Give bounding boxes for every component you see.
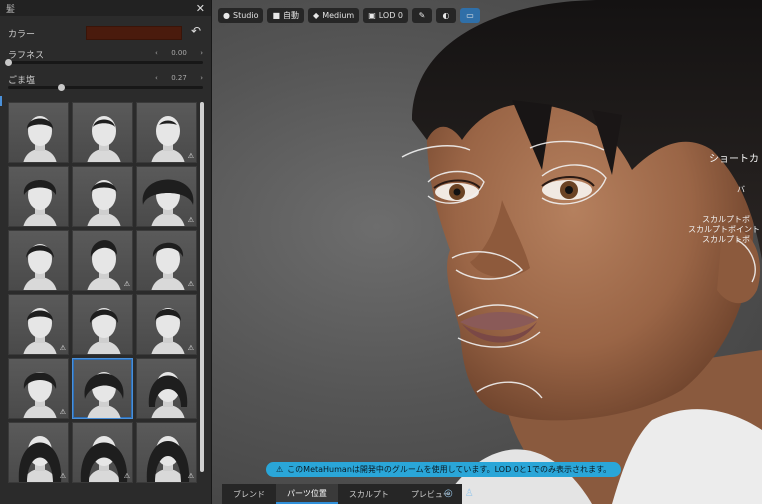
hair-preset-tile[interactable]: ⚠ — [136, 422, 197, 483]
hair-preset-tile[interactable]: ⚠ — [72, 230, 133, 291]
hair-preset-tile[interactable]: ⚠ — [72, 422, 133, 483]
head-thumbnail — [23, 116, 57, 162]
chevron-left-icon[interactable]: ‹ — [155, 74, 158, 82]
hair-preset-tile[interactable]: ⚠ — [8, 422, 69, 483]
hair-preset-tile[interactable] — [72, 358, 133, 419]
roughness-label: ラフネス — [8, 51, 45, 61]
chevron-right-icon[interactable]: › — [200, 49, 203, 57]
chevron-right-icon[interactable]: › — [200, 74, 203, 82]
bottom-icon-group: ◎ ♙ — [444, 488, 474, 499]
mode-tabs: ブレンド パーツ位置 スカルプト プレビュー — [222, 484, 462, 504]
warning-icon: ⚠ — [187, 472, 194, 480]
hair-preset-tile[interactable]: ⚠ — [136, 166, 197, 227]
head-thumbnail — [87, 308, 121, 354]
hair-preset-tile[interactable] — [136, 358, 197, 419]
hair-preset-tile[interactable]: ⚠ — [8, 358, 69, 419]
roughness-stepper[interactable]: ‹ 0.00 › — [155, 47, 203, 59]
face-render — [401, 0, 762, 504]
head-thumbnail — [84, 372, 124, 418]
hair-preset-tile[interactable]: ⚠ — [136, 230, 197, 291]
head-thumbnail — [87, 180, 121, 226]
warning-icon: ⚠ — [276, 465, 284, 474]
bulb-icon: ● — [223, 11, 230, 20]
tab-parts-position[interactable]: パーツ位置 — [276, 484, 338, 504]
hair-preset-grid: ⚠ ⚠ ⚠ ⚠ ⚠ ⚠ ⚠ ⚠ ⚠ ⚠ — [8, 102, 198, 504]
scroll-thumb[interactable] — [200, 102, 204, 472]
head-thumbnail — [87, 116, 121, 162]
selection-accent — [0, 96, 2, 106]
auto-camera-button[interactable]: ■ 自動 — [267, 8, 305, 23]
auto-label: 自動 — [283, 11, 300, 20]
warning-icon: ⚠ — [187, 216, 194, 224]
head-thumbnail — [148, 372, 188, 418]
groom-warning-banner: ⚠ このMetaHumanは開発中のグルームを使用しています。LOD 0と1での… — [266, 462, 622, 477]
panel-header: 髪 ✕ — [0, 0, 211, 16]
hair-panel: 髪 ✕ カラー ↶ ラフネス ‹ 0.00 › ごま塩 ‹ 0.27 › ⚠ ⚠… — [0, 0, 212, 504]
salt-pepper-value[interactable]: 0.27 — [171, 74, 187, 82]
warning-icon: ⚠ — [187, 344, 194, 352]
viewport-toolbar: ● Studio ■ 自動 ◆ Medium ▣ LOD 0 ✎ ◐ ▭ — [218, 8, 481, 23]
salt-pepper-track[interactable] — [8, 84, 203, 91]
notice-text: このMetaHumanは開発中のグルームを使用しています。LOD 0と1でのみ表… — [287, 465, 612, 474]
sculpt-icon: ✎ — [418, 11, 426, 20]
lod-icon: ▣ — [368, 11, 376, 20]
warning-icon: ⚠ — [59, 472, 66, 480]
color-label: カラー — [8, 29, 36, 40]
color-row: カラー ↶ — [8, 24, 203, 42]
panel-title: 髪 — [6, 4, 16, 15]
undo-icon[interactable]: ↶ — [191, 24, 201, 38]
roughness-value[interactable]: 0.00 — [171, 49, 187, 57]
head-thumbnail — [23, 244, 57, 290]
hair-preset-tile[interactable] — [72, 294, 133, 355]
lod-label: LOD 0 — [378, 11, 404, 20]
tab-blend[interactable]: ブレンド — [222, 484, 276, 504]
globe-icon[interactable]: ◎ — [444, 488, 453, 499]
warning-icon: ⚠ — [123, 280, 130, 288]
salt-pepper-stepper[interactable]: ‹ 0.27 › — [155, 72, 203, 84]
sculpt-tool-button[interactable]: ✎ — [412, 8, 433, 23]
blend-tool-button[interactable]: ◐ — [436, 8, 457, 23]
hair-preset-tile[interactable] — [72, 166, 133, 227]
hair-preset-tile[interactable] — [8, 166, 69, 227]
warning-icon: ⚠ — [123, 472, 130, 480]
side-label-0: バ — [737, 185, 745, 194]
screen-icon: ▭ — [466, 11, 474, 20]
screen-tool-button[interactable]: ▭ — [460, 8, 481, 23]
hair-preset-tile[interactable]: ⚠ — [136, 294, 197, 355]
hair-preset-tile[interactable] — [8, 102, 69, 163]
hair-preset-tile[interactable]: ⚠ — [8, 294, 69, 355]
warning-icon: ⚠ — [59, 344, 66, 352]
head-thumbnail — [23, 180, 57, 226]
hair-preset-tile[interactable] — [8, 230, 69, 291]
warning-icon: ⚠ — [187, 152, 194, 160]
roughness-knob[interactable] — [5, 59, 12, 66]
camera-icon: ■ — [272, 11, 281, 20]
shortcut-title: ショートカ — [709, 154, 759, 165]
salt-pepper-knob[interactable] — [57, 84, 65, 91]
close-icon[interactable]: ✕ — [196, 2, 205, 15]
person-icon[interactable]: ♙ — [465, 488, 474, 499]
studio-lighting-button[interactable]: ● Studio — [218, 8, 264, 23]
side-label-3: スカルプトポ — [702, 235, 750, 244]
diamond-icon: ◆ — [313, 11, 320, 20]
warning-icon: ⚠ — [59, 408, 66, 416]
hair-preset-tile[interactable] — [72, 102, 133, 163]
studio-label: Studio — [232, 11, 259, 20]
salt-pepper-slider: ごま塩 ‹ 0.27 › — [8, 73, 203, 93]
hair-preset-tile[interactable]: ⚠ — [136, 102, 197, 163]
color-swatch[interactable] — [86, 26, 182, 40]
tab-sculpt[interactable]: スカルプト — [338, 484, 400, 504]
roughness-slider: ラフネス ‹ 0.00 › — [5, 47, 203, 68]
roughness-track[interactable] — [5, 59, 203, 66]
quality-button[interactable]: ◆ Medium — [308, 8, 360, 23]
blend-icon: ◐ — [442, 11, 450, 20]
scrollbar[interactable] — [200, 102, 204, 504]
viewport-3d[interactable]: ● Studio ■ 自動 ◆ Medium ▣ LOD 0 ✎ ◐ ▭ ショー… — [212, 0, 762, 504]
warning-icon: ⚠ — [187, 280, 194, 288]
chevron-left-icon[interactable]: ‹ — [155, 49, 158, 57]
quality-label: Medium — [322, 11, 355, 20]
salt-pepper-label: ごま塩 — [8, 76, 36, 86]
lod-button[interactable]: ▣ LOD 0 — [363, 8, 409, 23]
